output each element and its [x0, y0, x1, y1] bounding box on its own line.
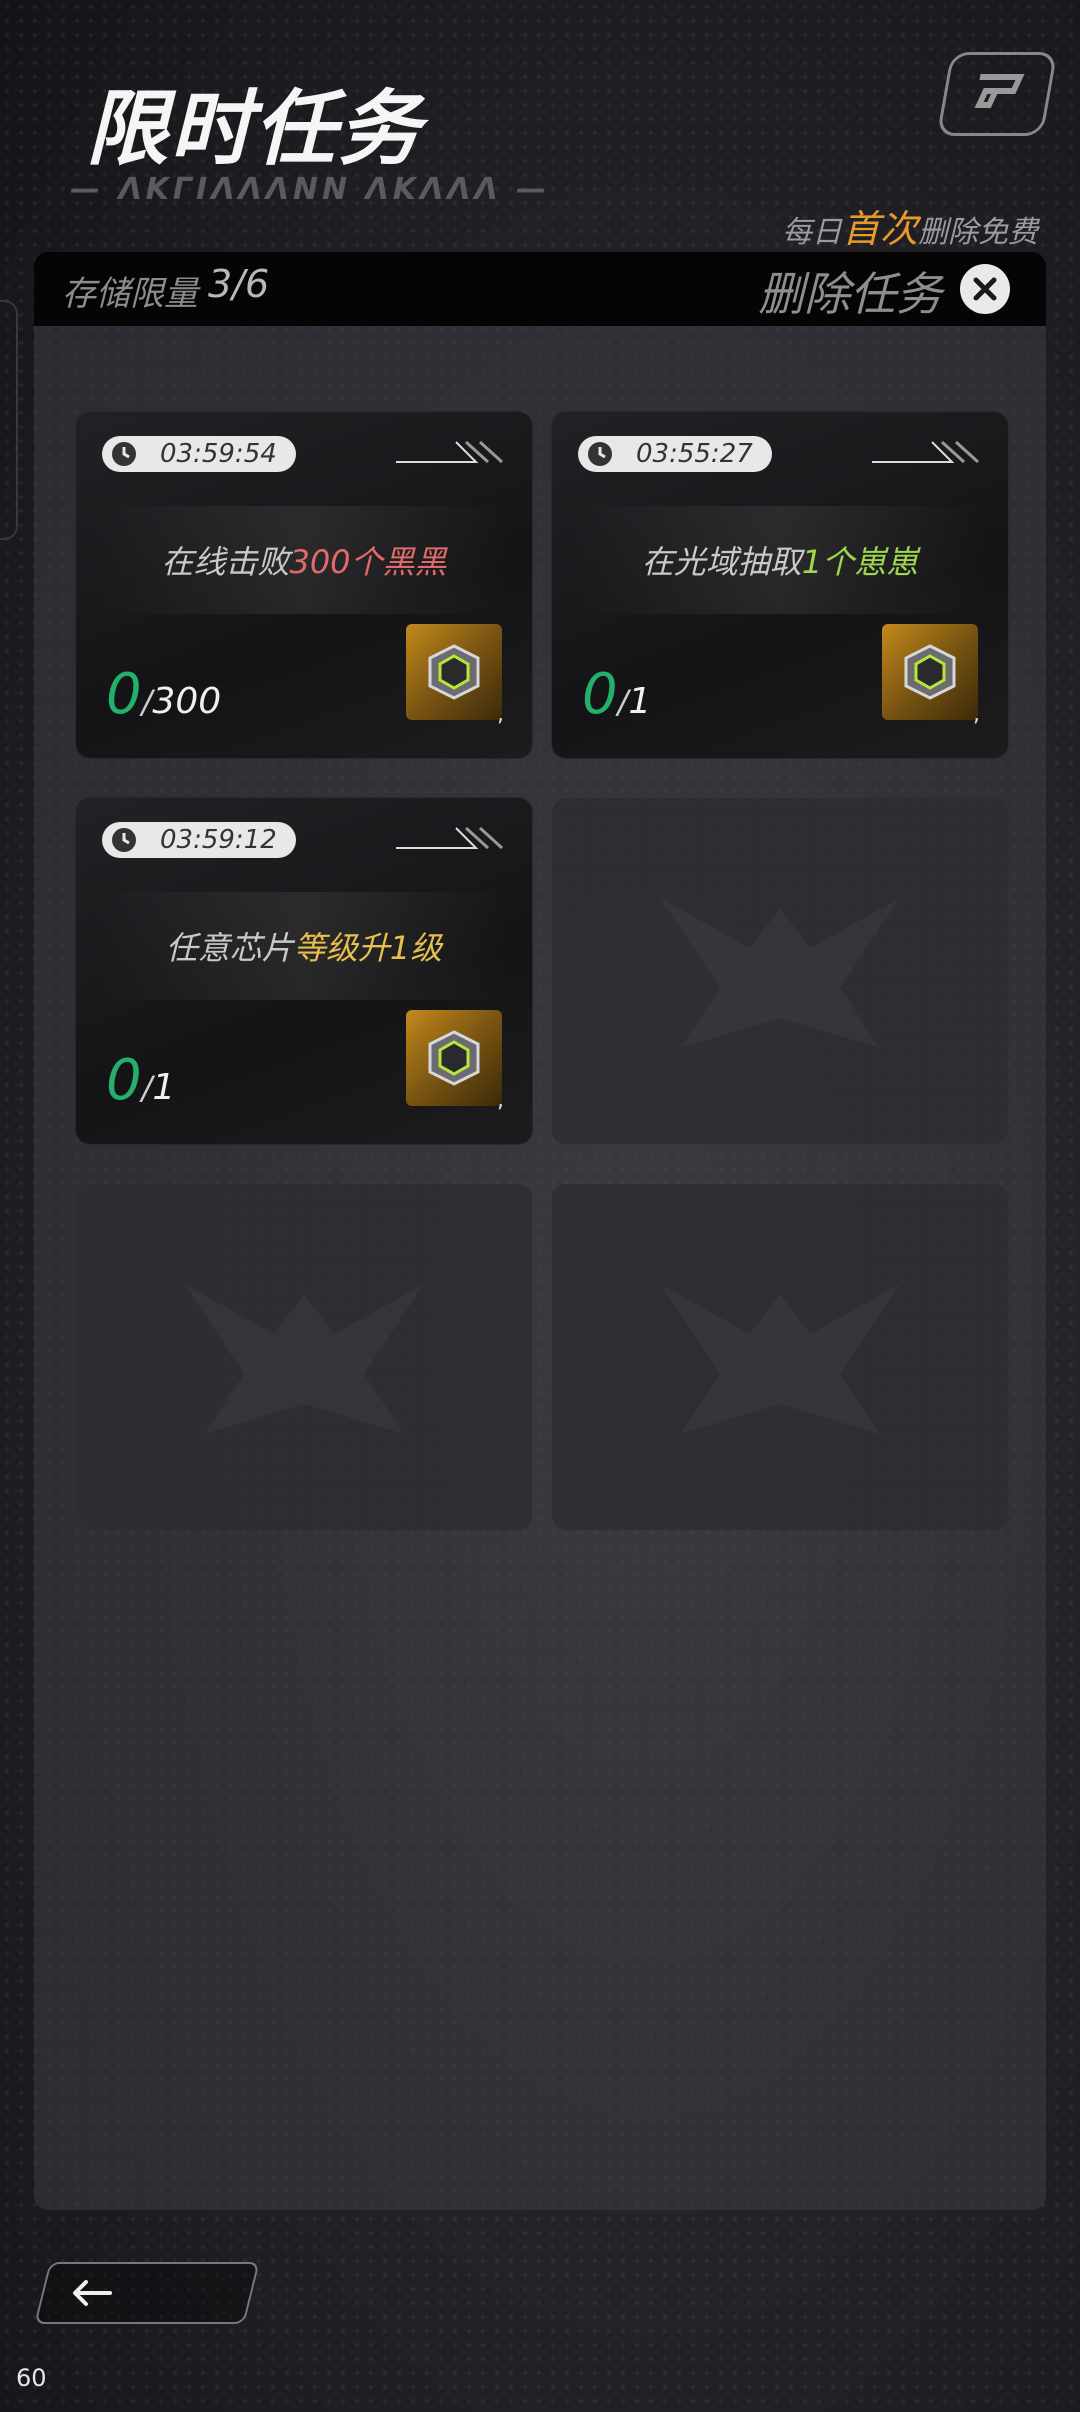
task-highlight: 300个黑黑 — [289, 543, 447, 581]
task-progress: 0/1 — [582, 662, 651, 727]
page-title: 限时任务 — [86, 82, 422, 177]
reward-suffix: , — [497, 1088, 504, 1113]
progress-separator: / — [617, 683, 629, 721]
task-panel: 存储限量 3/6 删除任务 03:59:54 在线击败300个黑黑 0/300 — [34, 252, 1046, 2210]
progress-current: 0 — [582, 662, 618, 727]
progress-current: 0 — [106, 662, 142, 727]
timer-text: 03:59:12 — [160, 825, 277, 855]
logo-button[interactable] — [936, 52, 1058, 136]
progress-current: 0 — [106, 1048, 142, 1113]
reward-item[interactable] — [406, 624, 502, 720]
progress-total: 1 — [628, 681, 652, 722]
delete-task-label[interactable]: 删除任务 — [758, 258, 942, 324]
storage-value: 3/6 — [208, 262, 270, 306]
empty-slot-emblem-icon — [164, 1264, 444, 1454]
note-suffix: 删除免费 — [918, 215, 1038, 250]
empty-task-slot — [76, 1184, 532, 1530]
panel-header-bar: 存储限量 3/6 删除任务 — [34, 252, 1046, 326]
chip-box-icon — [428, 644, 480, 700]
empty-slot-emblem-icon — [640, 1264, 920, 1454]
stripe-decoration-icon — [872, 440, 980, 464]
note-prefix: 每日 — [781, 215, 842, 250]
delete-task-button[interactable] — [960, 264, 1010, 314]
note-highlight: 首次 — [841, 207, 918, 251]
task-card[interactable]: 03:55:27 在光域抽取 1个崽崽 0/1 , — [552, 412, 1008, 758]
timer-badge: 03:59:12 — [102, 822, 296, 858]
task-card[interactable]: 03:59:54 在线击败 300个黑黑 0/300 , — [76, 412, 532, 758]
stripe-decoration-icon — [396, 440, 504, 464]
chip-box-icon — [904, 644, 956, 700]
task-description: 任意芯片 等级升1级 — [96, 892, 512, 1000]
task-progress: 0/300 — [106, 662, 221, 727]
reward-suffix: , — [497, 702, 504, 727]
close-icon — [973, 277, 997, 301]
empty-task-slot — [552, 1184, 1008, 1530]
logo-icon — [974, 74, 1025, 108]
task-description: 在线击败 300个黑黑 — [96, 506, 512, 614]
task-progress: 0/1 — [106, 1048, 175, 1113]
reward-item[interactable] — [406, 1010, 502, 1106]
chip-box-icon — [428, 1030, 480, 1086]
progress-separator: / — [141, 1069, 153, 1107]
fps-counter: 60 — [16, 2364, 47, 2392]
task-text: 任意芯片 — [165, 929, 294, 967]
side-tab[interactable] — [0, 300, 18, 540]
timer-badge: 03:59:54 — [102, 436, 296, 472]
reward-suffix: , — [973, 702, 980, 727]
timer-icon — [112, 828, 136, 852]
timer-text: 03:55:27 — [636, 439, 753, 469]
task-text: 在光域抽取 — [641, 543, 802, 581]
storage-label: 存储限量 — [62, 274, 198, 314]
page-subtitle: — ΛΚΓΙΛΛΛΝΝ ΛΚΛΛΛ — — [70, 172, 551, 207]
progress-total: 1 — [152, 1067, 176, 1108]
timer-icon — [588, 442, 612, 466]
back-button[interactable] — [34, 2262, 260, 2324]
task-card[interactable]: 03:59:12 任意芯片 等级升1级 0/1 , — [76, 798, 532, 1144]
timer-badge: 03:55:27 — [578, 436, 772, 472]
empty-task-slot — [552, 798, 1008, 1144]
stripe-decoration-icon — [396, 826, 504, 850]
task-highlight: 1个崽崽 — [801, 543, 919, 581]
task-description: 在光域抽取 1个崽崽 — [572, 506, 988, 614]
task-text: 在线击败 — [161, 543, 290, 581]
task-highlight: 等级升1级 — [293, 929, 443, 967]
timer-icon — [112, 442, 136, 466]
timer-text: 03:59:54 — [160, 439, 277, 469]
arrow-left-icon — [73, 2280, 112, 2306]
progress-total: 300 — [152, 681, 222, 722]
empty-slot-emblem-icon — [640, 878, 920, 1068]
progress-separator: / — [141, 683, 153, 721]
reward-item[interactable] — [882, 624, 978, 720]
free-delete-note: 每日首次删除免费 — [782, 198, 1038, 253]
